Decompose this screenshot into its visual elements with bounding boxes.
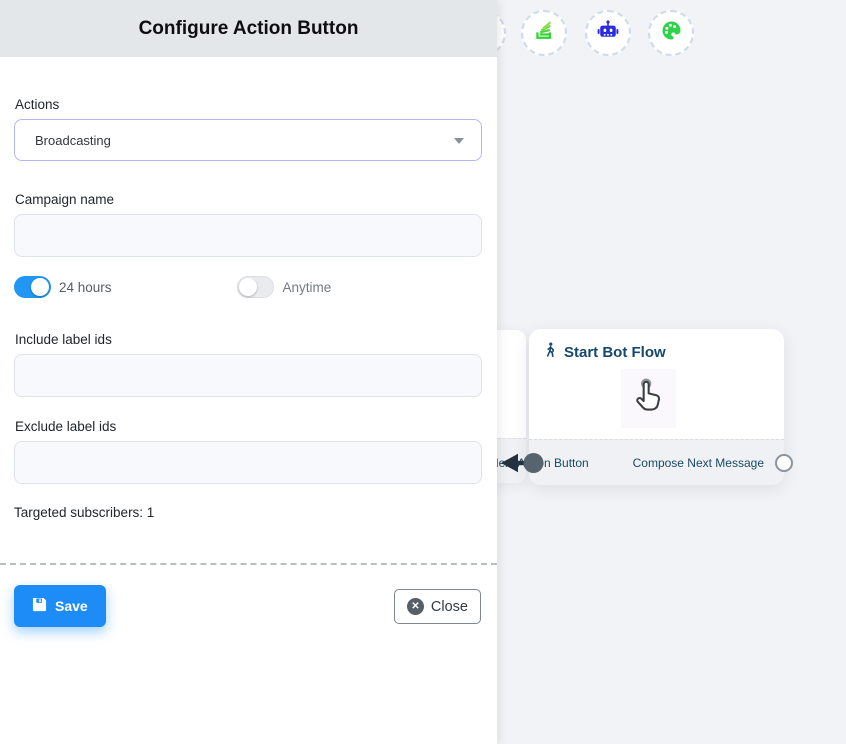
flow-node-start-bot-flow[interactable]: Start Bot Flow Next Action Button Compos… [529, 329, 784, 485]
close-button[interactable]: ✕ Close [394, 589, 481, 624]
actions-selected-value: Broadcasting [35, 133, 111, 148]
campaign-name-input[interactable] [14, 214, 482, 257]
panel-title: Configure Action Button [139, 18, 359, 40]
flow-node-footer: Next Action Button Compose Next Message [529, 439, 784, 485]
toolbar-button-theme[interactable] [648, 10, 694, 56]
24-hours-label: 24 hours [59, 280, 112, 295]
panel-header: Configure Action Button [0, 0, 497, 57]
flow-node-header: Start Bot Flow [529, 329, 784, 362]
save-button-label: Save [55, 598, 88, 614]
toolbar-button-stack[interactable] [521, 10, 567, 56]
panel-divider [0, 563, 497, 565]
palette-icon [660, 19, 683, 47]
schedule-toggle-row: 24 hours Anytime [14, 276, 482, 298]
chevron-down-icon [454, 138, 464, 144]
floppy-disk-icon [32, 597, 47, 615]
close-circle-icon: ✕ [407, 598, 424, 615]
anytime-toggle-wrap [237, 276, 274, 298]
hand-pointer-icon [629, 375, 669, 422]
actions-label: Actions [15, 97, 482, 112]
targeted-subscribers-text: Targeted subscribers: 1 [14, 505, 482, 520]
flow-node-title: Start Bot Flow [564, 344, 666, 361]
anytime-toggle[interactable] [237, 276, 274, 298]
include-label-ids-label: Include label ids [15, 332, 482, 347]
close-button-label: Close [431, 599, 468, 615]
robot-icon [596, 19, 620, 48]
connection-handle[interactable] [775, 454, 793, 472]
compose-next-message-label[interactable]: Compose Next Message [633, 456, 764, 470]
configure-action-panel: Configure Action Button Actions Broadcas… [0, 0, 497, 744]
anytime-label: Anytime [283, 280, 332, 295]
edge-arrow-icon[interactable] [500, 451, 546, 480]
exclude-label-ids-input[interactable] [14, 441, 482, 484]
campaign-name-label: Campaign name [15, 192, 482, 207]
include-label-ids-input[interactable] [14, 354, 482, 397]
panel-body: Actions Broadcasting Campaign name 24 ho… [0, 97, 497, 520]
24-hours-toggle[interactable] [14, 276, 51, 298]
exclude-label-ids-label: Exclude label ids [15, 419, 482, 434]
actions-select[interactable]: Broadcasting [14, 119, 482, 161]
save-button[interactable]: Save [14, 585, 106, 627]
toggle-knob [31, 278, 49, 296]
toolbar-button-bot[interactable] [585, 10, 631, 56]
walking-person-icon [543, 342, 558, 362]
tap-gesture-box[interactable] [621, 369, 676, 428]
toggle-knob [239, 278, 257, 296]
stack-icon [533, 19, 556, 47]
